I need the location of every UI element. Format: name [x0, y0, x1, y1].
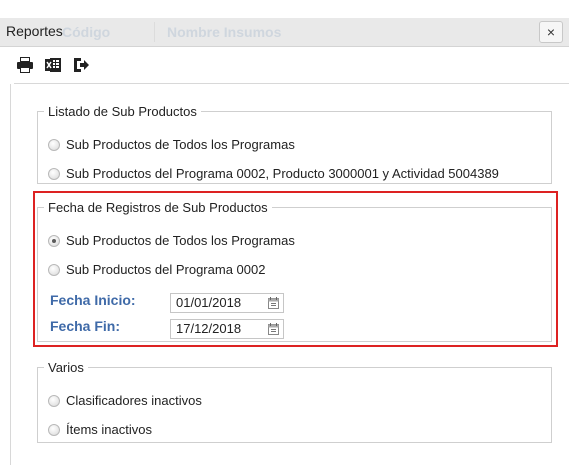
fecha-fin-input[interactable]: 17/12/2018 [170, 319, 284, 339]
reportes-dialog: Código Nombre Insumos Reportes × Listado… [0, 0, 569, 465]
fecha-inicio-label: Fecha Inicio: [50, 292, 136, 308]
panel-left-border [10, 84, 11, 465]
close-icon: × [546, 24, 556, 40]
listado-option-todos[interactable]: Sub Productos de Todos los Programas [48, 137, 295, 152]
radio-button[interactable] [48, 167, 60, 180]
fecha-inicio-value: 01/01/2018 [176, 295, 242, 310]
calendar-icon[interactable] [268, 323, 279, 335]
calendar-icon[interactable] [268, 297, 279, 309]
radio-button[interactable] [48, 263, 60, 276]
listado-option-programa[interactable]: Sub Productos del Programa 0002, Product… [48, 166, 499, 181]
varios-fieldset: Varios Clasificadores inactivos Ítems in… [37, 360, 552, 443]
printer-icon[interactable] [16, 56, 34, 74]
fecha-fin-value: 17/12/2018 [176, 321, 242, 336]
radio-button[interactable] [48, 394, 60, 407]
option-label: Sub Productos de Todos los Programas [66, 233, 295, 248]
radio-button-selected[interactable] [48, 234, 60, 247]
fecha-fin-label: Fecha Fin: [50, 318, 121, 334]
option-label: Ítems inactivos [66, 422, 152, 437]
background-header-codigo: Código [62, 24, 111, 40]
fecha-inicio-input[interactable]: 01/01/2018 [170, 293, 284, 313]
option-label: Sub Productos de Todos los Programas [66, 137, 295, 152]
excel-icon[interactable] [44, 56, 62, 74]
option-label: Sub Productos del Programa 0002 [66, 262, 266, 277]
toolbar-divider [14, 83, 569, 84]
fecha-legend: Fecha de Registros de Sub Productos [48, 200, 268, 215]
exit-icon[interactable] [72, 56, 90, 74]
option-label: Clasificadores inactivos [66, 393, 202, 408]
fecha-option-programa[interactable]: Sub Productos del Programa 0002 [48, 262, 265, 277]
varios-legend: Varios [48, 360, 84, 375]
dialog-title: Reportes [6, 23, 63, 39]
toolbar [16, 54, 90, 76]
close-button[interactable]: × [539, 21, 563, 43]
listado-legend: Listado de Sub Productos [48, 104, 197, 119]
radio-button[interactable] [48, 423, 60, 436]
varios-option-clasificadores[interactable]: Clasificadores inactivos [48, 393, 202, 408]
background-table-headers: Código Nombre Insumos [50, 22, 293, 42]
radio-button[interactable] [48, 138, 60, 151]
varios-option-items[interactable]: Ítems inactivos [48, 422, 152, 437]
listado-fieldset: Listado de Sub Productos Sub Productos d… [37, 104, 552, 184]
dialog-titlebar[interactable]: Código Nombre Insumos Reportes × [0, 18, 569, 47]
option-label: Sub Productos del Programa 0002, Product… [66, 166, 499, 181]
background-header-nombre: Nombre Insumos [154, 22, 293, 42]
fecha-option-todos[interactable]: Sub Productos de Todos los Programas [48, 233, 295, 248]
fecha-fieldset: Fecha de Registros de Sub Productos Sub … [37, 200, 552, 342]
